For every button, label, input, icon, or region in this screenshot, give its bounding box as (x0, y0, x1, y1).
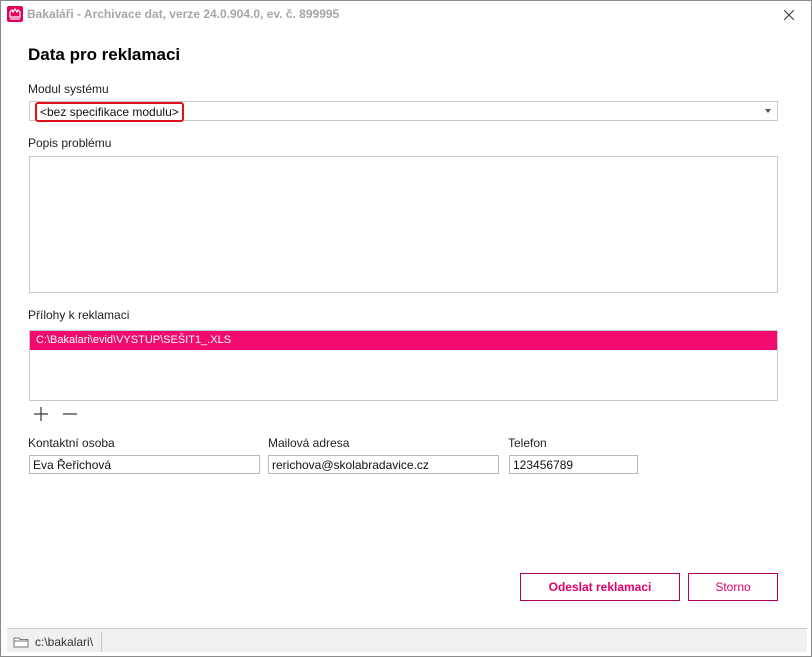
add-attachment-button[interactable] (32, 405, 50, 423)
attachments-list[interactable]: C:\Bakalari\evid\VYSTUP\SEŠIT1_.XLS (29, 330, 778, 401)
contact-input[interactable] (29, 455, 260, 474)
page-title: Data pro reklamaci (28, 45, 181, 64)
description-label: Popis problému (28, 136, 112, 150)
bakalari-logo-icon (7, 6, 23, 22)
plus-icon (34, 407, 48, 421)
email-input[interactable] (268, 455, 499, 474)
description-textarea[interactable] (29, 156, 778, 293)
contact-label: Kontaktní osoba (28, 436, 115, 450)
phone-label: Telefon (508, 436, 547, 450)
chevron-down-icon (765, 109, 771, 113)
minus-icon (63, 413, 77, 415)
email-label: Mailová adresa (268, 436, 350, 450)
attachments-label: Přílohy k reklamaci (28, 308, 130, 322)
folder-icon (13, 637, 29, 648)
close-icon (784, 10, 794, 20)
module-select[interactable]: <bez specifikace modulu> (29, 101, 778, 122)
status-path: c:\bakalari\ (35, 635, 94, 649)
app-window: Bakaláři - Archivace dat, verze 24.0.904… (0, 0, 812, 657)
submit-button[interactable]: Odeslat reklamaci (520, 573, 680, 601)
module-select-value: <bez specifikace modulu> (35, 102, 184, 122)
status-bar: c:\bakalari\ (7, 628, 807, 652)
attachment-item[interactable]: C:\Bakalari\evid\VYSTUP\SEŠIT1_.XLS (30, 331, 777, 350)
module-label: Modul systému (28, 82, 109, 96)
window-title: Bakaláři - Archivace dat, verze 24.0.904… (27, 7, 340, 21)
close-button[interactable] (773, 3, 805, 27)
remove-attachment-button[interactable] (61, 405, 79, 423)
status-path-cell: c:\bakalari\ (13, 632, 103, 652)
cancel-button[interactable]: Storno (688, 573, 778, 601)
title-bar: Bakaláři - Archivace dat, verze 24.0.904… (1, 1, 811, 29)
phone-input[interactable] (509, 455, 638, 474)
